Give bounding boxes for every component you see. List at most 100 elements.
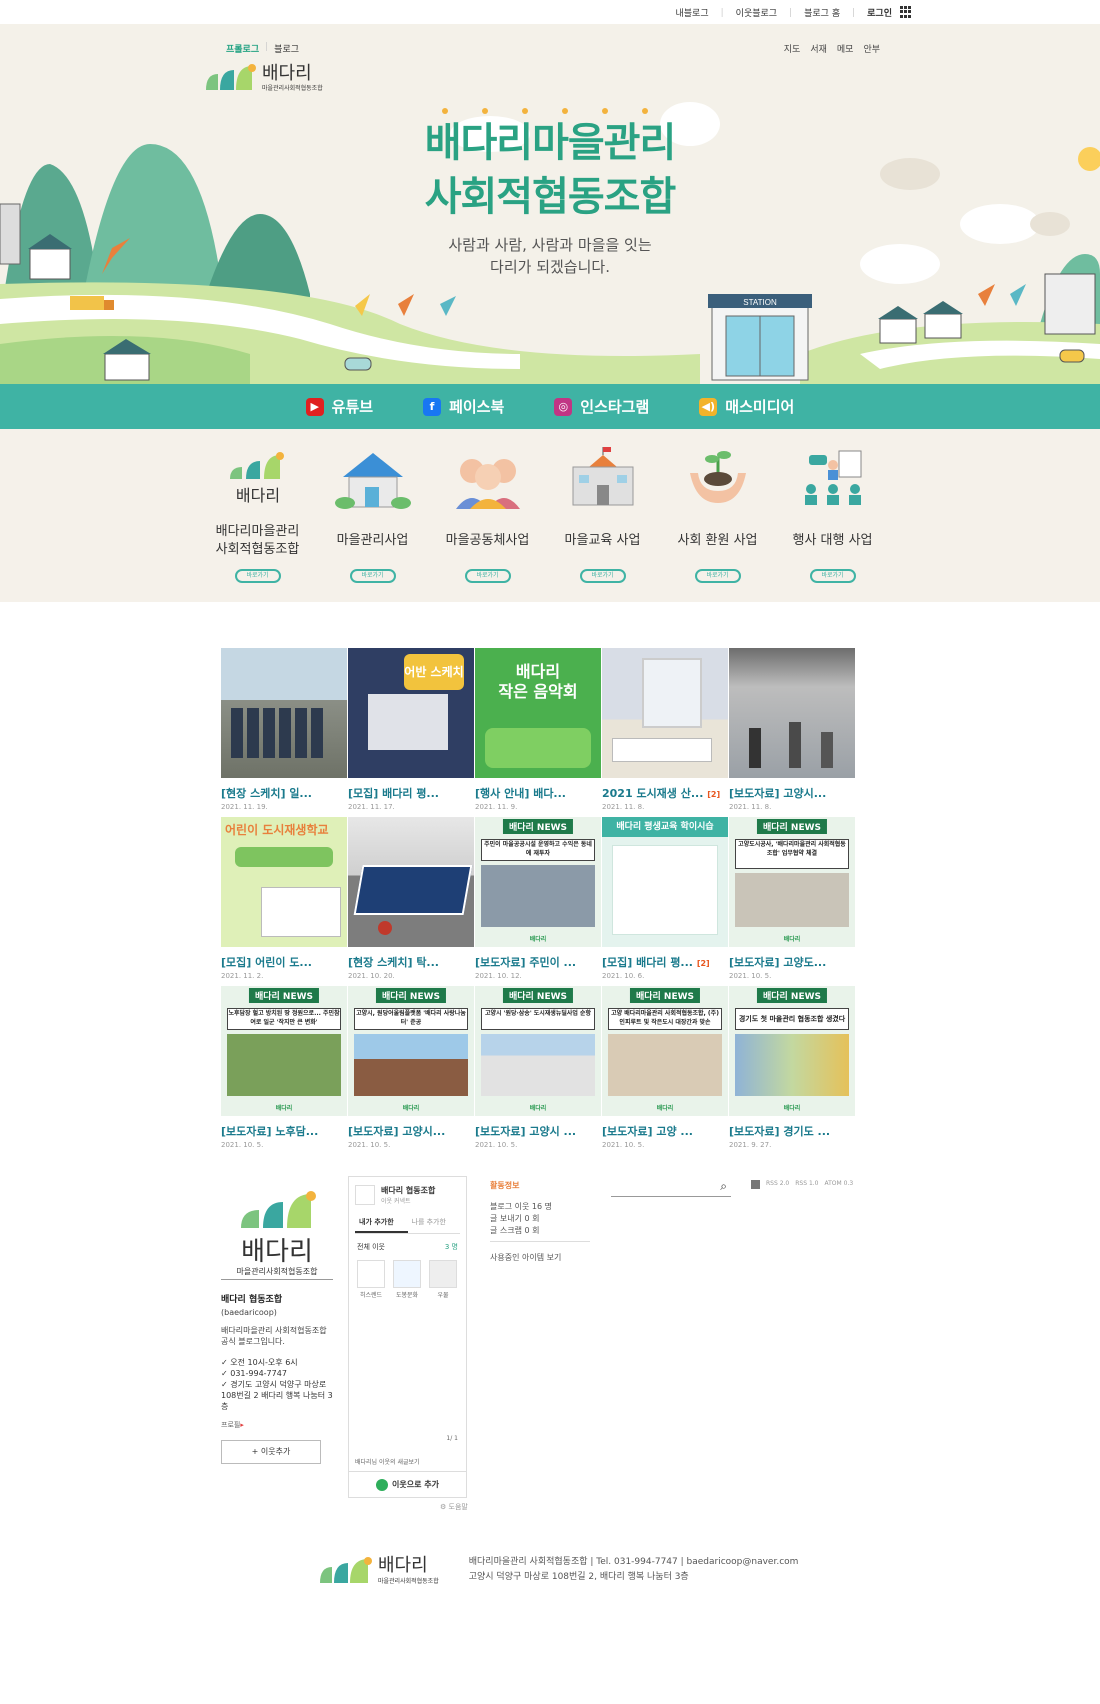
- post-title: [모집] 배다리 평...: [348, 787, 439, 800]
- blog-home-link[interactable]: 블로그 홈: [804, 6, 840, 19]
- post-date: 2021. 11. 8.: [729, 803, 772, 811]
- neighbor-widget: 배다리 협동조합 이웃 커넥트 내가 추가한 나를 추가한 전체 이웃 3 명 히스…: [348, 1176, 467, 1498]
- post-title: [보도자료] 노후담...: [221, 1125, 319, 1138]
- post-item[interactable]: 배다리 작은 음악회 [행사 안내] 배다... 2021. 11. 9.: [475, 648, 601, 817]
- neighbor-new-posts-link[interactable]: 배다리님 이웃의 새글보기: [355, 1457, 420, 1466]
- massmedia-label: 매스미디어: [725, 398, 795, 416]
- post-title: [모집] 배다리 평... [2]: [602, 956, 710, 969]
- items-link[interactable]: 사용중인 아이템 보기: [490, 1252, 590, 1263]
- post-item[interactable]: 배다리 NEWS 고양시 '원당·삼송' 도시재생뉴딜사업 순항 배다리 [보도…: [475, 986, 601, 1155]
- header-logo[interactable]: 배다리 마을관리사회적협동조합: [204, 64, 323, 92]
- instagram-label: 인스타그램: [580, 398, 650, 416]
- go-button[interactable]: 바로가기: [234, 569, 281, 583]
- post-item[interactable]: 2021 도시재생 산... [2] 2021. 11. 8.: [602, 648, 728, 817]
- blog-tab[interactable]: 블로그: [274, 42, 299, 55]
- business-item-coop[interactable]: 배다리 배다리마을관리 사회적협동조합 바로가기: [200, 443, 315, 583]
- link-memo[interactable]: 메모: [837, 42, 854, 55]
- go-button[interactable]: 바로가기: [694, 569, 741, 583]
- post-title: [보도자료] 고양시...: [729, 787, 827, 800]
- prologue-tab[interactable]: 프롤로그: [226, 42, 259, 55]
- neighbor-all-label[interactable]: 전체 이웃: [357, 1242, 385, 1252]
- facebook-link[interactable]: f 페이스북: [423, 396, 504, 417]
- post-item[interactable]: 배다리 NEWS 경기도 첫 마을관리 협동조합 생겼다 배다리 [보도자료] …: [729, 986, 855, 1155]
- neighbor-item[interactable]: 도봉문화: [393, 1260, 421, 1299]
- post-item[interactable]: 배다리 NEWS 고양도시공사, '배다리마을관리 사회적협동조합' 업무협약 …: [729, 817, 855, 986]
- search-box[interactable]: ⌕: [611, 1177, 731, 1197]
- go-button[interactable]: 바로가기: [579, 569, 626, 583]
- neighbor-item[interactable]: 우물: [429, 1260, 457, 1299]
- profile-link[interactable]: 프로필▸: [221, 1420, 333, 1430]
- post-date: 2021. 10. 5.: [221, 1141, 264, 1149]
- post-title: [현장 스케치] 일...: [221, 787, 312, 800]
- atom-link[interactable]: ATOM 0.3: [825, 1180, 854, 1189]
- post-item[interactable]: 배다리 NEWS 고양 배다리마을관리 사회적협동조합, (주)인피루트 및 작…: [602, 986, 728, 1155]
- post-date: 2021. 10. 12.: [475, 972, 522, 980]
- neighbor-blog-link[interactable]: 이웃블로그: [736, 6, 777, 19]
- school-icon: [563, 443, 643, 513]
- help-link[interactable]: ⚙ 도움말: [440, 1502, 468, 1512]
- coop-logo-icon: 배다리: [218, 443, 298, 513]
- logo-mark-icon: [206, 64, 256, 90]
- facebook-label: 페이스북: [449, 398, 505, 416]
- post-item[interactable]: 배다리 평생교육 학이시습 [모집] 배다리 평... [2] 2021. 10…: [602, 817, 728, 986]
- neighbor-count: 3 명: [444, 1243, 458, 1251]
- business-item-community[interactable]: 마을공동체사업 바로가기: [430, 443, 545, 583]
- footer-logo: 배다리 마을관리사회적협동조합: [318, 1555, 439, 1585]
- link-guestbook[interactable]: 안부: [863, 42, 880, 55]
- massmedia-link[interactable]: ◀) 매스미디어: [699, 396, 794, 417]
- business-label: 마을공동체사업: [445, 533, 530, 548]
- post-date: 2021. 11. 19.: [221, 803, 268, 811]
- post-item[interactable]: 어반 스케치 [모집] 배다리 평... 2021. 11. 17.: [348, 648, 474, 817]
- go-button[interactable]: 바로가기: [809, 569, 856, 583]
- post-date: 2021. 10. 5.: [602, 1141, 645, 1149]
- post-item[interactable]: 배다리 NEWS 주민이 마을공공시설 운영하고 수익은 동네에 재투자 배다리…: [475, 817, 601, 986]
- post-item[interactable]: [현장 스케치] 일... 2021. 11. 19.: [221, 648, 347, 817]
- post-item[interactable]: 배다리 NEWS 노후담장 헐고 방치된 땅 정원으로... 주민참여로 일군 …: [221, 986, 347, 1155]
- footer-text: 배다리마을관리 사회적협동조합 | Tel. 031-994-7747 | ba…: [469, 1555, 799, 1585]
- post-thumbnail: 배다리 NEWS 고양 배다리마을관리 사회적협동조합, (주)인피루트 및 작…: [602, 986, 728, 1116]
- link-library[interactable]: 서재: [810, 42, 827, 55]
- login-link[interactable]: 로그인: [867, 6, 892, 19]
- post-item[interactable]: [보도자료] 고양시... 2021. 11. 8.: [729, 648, 855, 817]
- post-thumbnail: 배다리 평생교육 학이시습: [602, 817, 728, 947]
- hero-title-line1: 배다리마을관리: [424, 120, 677, 166]
- footer: 배다리 마을관리사회적협동조합 배다리마을관리 사회적협동조합 | Tel. 03…: [318, 1555, 798, 1585]
- neighbor-pagination[interactable]: 1/ 1: [446, 1435, 458, 1442]
- post-date: 2021. 9. 27.: [729, 1141, 772, 1149]
- go-button[interactable]: 바로가기: [464, 569, 511, 583]
- profile-panel: 배다리 마을관리사회적협동조합 배다리 협동조합 (baedaricoop) 배다…: [221, 1180, 333, 1464]
- post-title: [보도자료] 고양도...: [729, 956, 827, 969]
- post-thumbnail: [729, 648, 855, 778]
- post-item[interactable]: 배다리 NEWS 고양시, 원당어울림플랫폼 '배다리 사랑나눔터' 준공 배다…: [348, 986, 474, 1155]
- hero-title-line2: 사회적협동조합: [424, 174, 677, 220]
- business-item-village-management[interactable]: 마을관리사업 바로가기: [315, 443, 430, 583]
- post-thumbnail: 어린이 도시재생학교: [221, 817, 347, 947]
- post-thumbnail: [221, 648, 347, 778]
- post-date: 2021. 10. 6.: [602, 972, 645, 980]
- apps-grid-icon[interactable]: [900, 6, 912, 18]
- post-date: 2021. 11. 17.: [348, 803, 395, 811]
- tab-added-me[interactable]: 나를 추가한: [408, 1213, 461, 1233]
- neighbor-item[interactable]: 히스렌드: [357, 1260, 385, 1299]
- post-date: 2021. 11. 2.: [221, 972, 264, 980]
- instagram-link[interactable]: ◎ 인스타그램: [554, 396, 649, 417]
- search-icon[interactable]: ⌕: [720, 1179, 727, 1194]
- post-item[interactable]: [현장 스케치] 탁... 2021. 10. 20.: [348, 817, 474, 986]
- post-title: [보도자료] 경기도 ...: [729, 1125, 831, 1138]
- rss-2-link[interactable]: RSS 2.0: [766, 1180, 789, 1189]
- tab-added-by-me[interactable]: 내가 추가한: [355, 1213, 408, 1233]
- my-blog-link[interactable]: 내블로그: [676, 6, 709, 19]
- rss-1-link[interactable]: RSS 1.0: [795, 1180, 818, 1189]
- add-neighbor-button[interactable]: + 이웃추가: [221, 1440, 321, 1464]
- link-map[interactable]: 지도: [784, 42, 801, 55]
- post-item[interactable]: 어린이 도시재생학교 [모집] 어린이 도... 2021. 11. 2.: [221, 817, 347, 986]
- youtube-icon: ▶: [305, 397, 324, 416]
- profile-description: 배다리마을관리 사회적협동조합 공식 블로그입니다.: [221, 1326, 327, 1346]
- youtube-link[interactable]: ▶ 유튜브: [305, 396, 373, 417]
- business-item-social-return[interactable]: 사회 환원 사업 바로가기: [660, 443, 775, 583]
- go-button[interactable]: 바로가기: [349, 569, 396, 583]
- neighbor-list: 히스렌드 도봉문화 우물: [357, 1260, 458, 1299]
- business-item-education[interactable]: 마을교육 사업 바로가기: [545, 443, 660, 583]
- add-as-neighbor-button[interactable]: 이웃으로 추가: [349, 1471, 466, 1497]
- business-item-event[interactable]: 행사 대행 사업 바로가기: [775, 443, 890, 583]
